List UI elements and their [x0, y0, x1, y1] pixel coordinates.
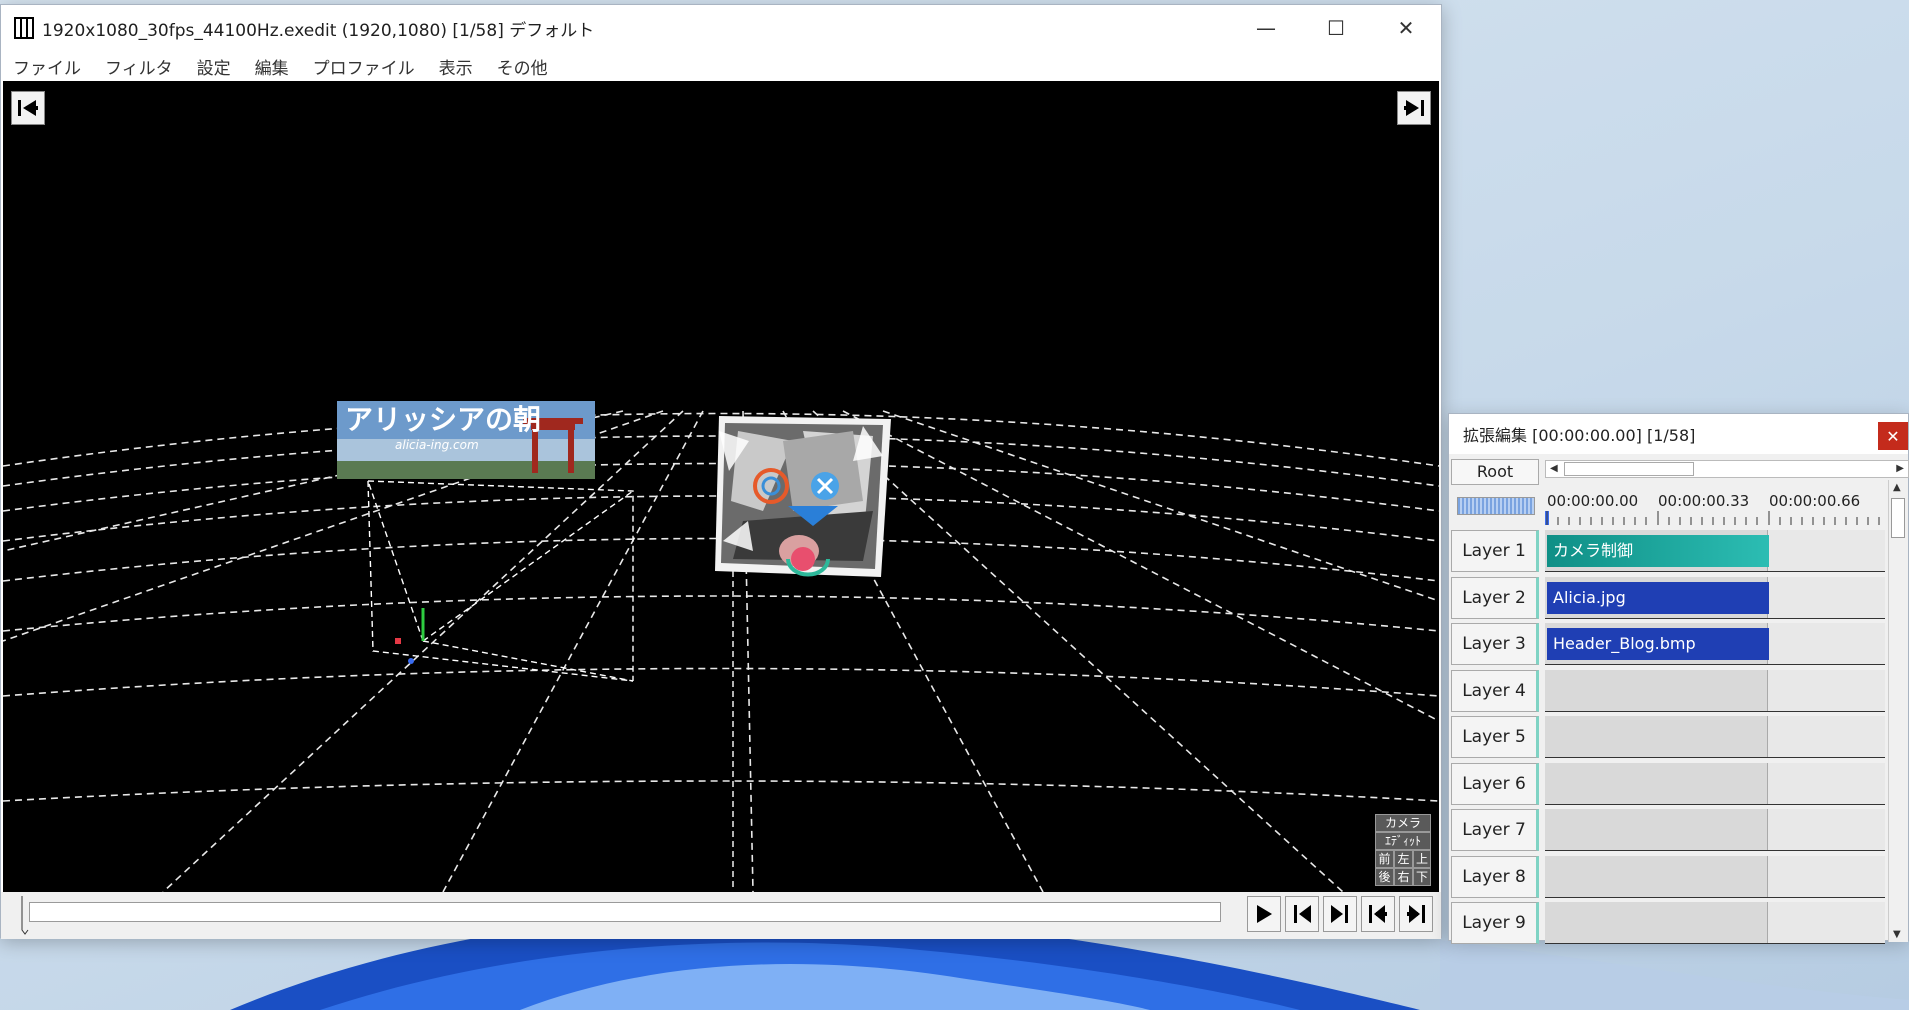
app-icon — [14, 17, 34, 39]
ruler-time-2: 00:00:00.66 — [1769, 492, 1861, 510]
layer-list: Layer 1 カメラ制御 Layer 2 Alicia.jpg Layer 3… — [1449, 527, 1888, 946]
banner-title: アリッシアの朝 — [345, 403, 541, 436]
close-button[interactable]: ✕ — [1371, 5, 1441, 51]
menu-profile[interactable]: プロファイル — [301, 54, 427, 79]
layer-row: Layer 6 — [1449, 760, 1888, 807]
next-frame-icon[interactable] — [1323, 896, 1357, 932]
layer-row: Layer 3 Header_Blog.bmp — [1449, 620, 1888, 667]
layer-label[interactable]: Layer 5 — [1451, 716, 1539, 758]
camera-left-button[interactable]: 左 — [1394, 850, 1413, 868]
ext-title-bar[interactable]: 拡張編集 [00:00:00.00] [1/58] ✕ — [1449, 414, 1908, 454]
go-to-end-icon[interactable] — [1399, 896, 1433, 932]
hscroll-thumb[interactable] — [1564, 462, 1694, 476]
layer-lane[interactable] — [1545, 855, 1885, 898]
scene-3d-grid: アリッシアの朝 alicia-ing.com — [3, 401, 1439, 892]
layer-label[interactable]: Layer 8 — [1451, 855, 1539, 898]
layer-row: Layer 1 カメラ制御 — [1449, 527, 1888, 574]
camera-back-button[interactable]: 後 — [1375, 868, 1394, 886]
seek-slider[interactable] — [29, 902, 1221, 922]
camera-right-button[interactable]: 右 — [1394, 868, 1413, 886]
layer-lane[interactable]: カメラ制御 — [1545, 530, 1885, 572]
extended-edit-window: 拡張編集 [00:00:00.00] [1/58] ✕ Root ◀ ▶ 00:… — [1448, 413, 1909, 944]
layer-label[interactable]: Layer 3 — [1451, 623, 1539, 665]
window-title: 1920x1080_30fps_44100Hz.exedit (1920,108… — [42, 20, 595, 41]
ruler-time-1: 00:00:00.33 — [1658, 492, 1750, 510]
ruler-time-0: 00:00:00.00 — [1547, 492, 1639, 510]
time-ruler[interactable]: 00:00:00.00 00:00:00.33 00:00:00.66 — [1545, 481, 1885, 525]
ruler-ticks — [1545, 511, 1880, 525]
root-button[interactable]: Root — [1451, 459, 1539, 485]
layer-label[interactable]: Layer 1 — [1451, 530, 1539, 572]
timeline-vscrollbar[interactable]: ▲ ▼ — [1888, 480, 1908, 942]
layer-row: Layer 7 — [1449, 806, 1888, 853]
layer-row: Layer 5 — [1449, 713, 1888, 760]
menu-other[interactable]: その他 — [485, 54, 560, 79]
layer-lane[interactable]: Alicia.jpg — [1545, 576, 1885, 619]
menu-file[interactable]: ファイル — [1, 54, 93, 79]
layer-row: Layer 8 — [1449, 853, 1888, 900]
playback-bar — [1, 892, 1441, 939]
banner-url: alicia-ing.com — [395, 438, 479, 452]
play-icon[interactable] — [1247, 896, 1281, 932]
layer-lane[interactable] — [1545, 809, 1885, 851]
layer-lane[interactable] — [1545, 716, 1885, 758]
layer-label[interactable]: Layer 2 — [1451, 576, 1539, 619]
layer-label[interactable]: Layer 6 — [1451, 762, 1539, 805]
vscroll-thumb[interactable] — [1891, 498, 1905, 538]
camera-up-button[interactable]: 上 — [1413, 850, 1431, 868]
ext-close-button[interactable]: ✕ — [1878, 422, 1908, 450]
minimize-button[interactable]: — — [1231, 5, 1301, 51]
timeline-hscrollbar[interactable]: ◀ ▶ — [1545, 460, 1909, 478]
prev-frame-icon[interactable] — [1285, 896, 1319, 932]
camera-label[interactable]: カメラ — [1375, 814, 1431, 832]
go-to-start-icon[interactable] — [1361, 896, 1395, 932]
layer-lane[interactable]: Header_Blog.bmp — [1545, 623, 1885, 665]
menu-filter[interactable]: フィルタ — [93, 54, 185, 79]
layer-row: Layer 4 — [1449, 667, 1888, 714]
layer-lane[interactable] — [1545, 762, 1885, 805]
maximize-button[interactable]: ☐ — [1301, 5, 1371, 51]
layer-label[interactable]: Layer 7 — [1451, 809, 1539, 851]
scroll-right-icon[interactable]: ▶ — [1896, 461, 1904, 477]
scroll-down-icon[interactable]: ▼ — [1893, 929, 1901, 940]
menu-settings[interactable]: 設定 — [185, 54, 243, 79]
jump-to-start-icon[interactable] — [11, 91, 45, 125]
camera-edit-label[interactable]: ｴﾃﾞｨｯﾄ — [1375, 832, 1431, 850]
timeline-clip[interactable]: Alicia.jpg — [1547, 581, 1769, 614]
layer-lane[interactable] — [1545, 902, 1885, 944]
character-image — [715, 416, 891, 577]
main-window: 1920x1080_30fps_44100Hz.exedit (1920,108… — [0, 4, 1442, 939]
scroll-left-icon[interactable]: ◀ — [1550, 461, 1558, 477]
layer-row: Layer 9 — [1449, 899, 1888, 946]
layer-label[interactable]: Layer 9 — [1451, 902, 1539, 944]
camera-down-button[interactable]: 下 — [1413, 868, 1431, 886]
ext-window-title: 拡張編集 [00:00:00.00] [1/58] — [1463, 426, 1696, 445]
preview-canvas[interactable]: アリッシアの朝 alicia-ing.com カメラ ｴﾃﾞｨｯﾄ 前 左 上 … — [3, 81, 1439, 892]
seek-thumb[interactable] — [21, 896, 29, 936]
menu-edit[interactable]: 編集 — [243, 54, 301, 79]
menu-view[interactable]: 表示 — [427, 54, 485, 79]
menu-bar: ファイル フィルタ 設定 編集 プロファイル 表示 その他 — [1, 51, 1441, 81]
layer-label[interactable]: Layer 4 — [1451, 669, 1539, 712]
layer-lane[interactable] — [1545, 669, 1885, 712]
timeline-clip[interactable]: Header_Blog.bmp — [1547, 628, 1769, 660]
timeline-clip[interactable]: カメラ制御 — [1547, 535, 1769, 567]
camera-control-panel: カメラ ｴﾃﾞｨｯﾄ 前 左 上 後 右 下 — [1375, 814, 1431, 886]
camera-front-button[interactable]: 前 — [1375, 850, 1394, 868]
layer-row: Layer 2 Alicia.jpg — [1449, 574, 1888, 621]
scroll-up-icon[interactable]: ▲ — [1893, 482, 1901, 493]
title-bar[interactable]: 1920x1080_30fps_44100Hz.exedit (1920,108… — [1, 5, 1441, 51]
jump-to-end-icon[interactable] — [1397, 91, 1431, 125]
timeline-zoom-bar[interactable] — [1457, 497, 1535, 515]
